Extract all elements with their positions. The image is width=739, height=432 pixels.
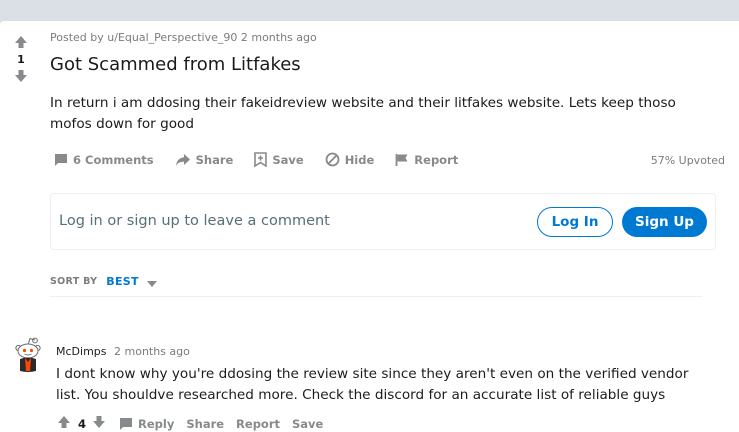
save-button[interactable]: Save [254, 152, 304, 167]
comment-body: I dont know why you're ddosing the revie… [56, 366, 689, 403]
hide-circle-slash-icon [325, 152, 345, 167]
upvote-arrow-icon[interactable] [13, 34, 29, 50]
comment-reply-button[interactable]: Reply [119, 417, 174, 431]
comment-reply-label: Reply [138, 416, 175, 431]
share-label: Share [195, 152, 234, 167]
upvote-ratio: 57% Upvoted [650, 154, 725, 167]
comment-bubble-icon [54, 153, 73, 167]
vote-column: 1 [9, 34, 33, 84]
post-meta: Posted by u/Equal_Perspective_90 2 month… [50, 31, 317, 44]
hide-button[interactable]: Hide [325, 152, 375, 167]
bookmark-plus-icon [254, 152, 272, 167]
comment-report-button[interactable]: Report [236, 417, 280, 431]
sort-by-label: SORT BY [50, 276, 98, 287]
post-body: In return i am ddosing their fakeidrevie… [50, 95, 676, 132]
comment-meta: McDimps 2 months ago [56, 345, 190, 358]
sort-control[interactable]: SORT BY BEST [50, 272, 157, 291]
comment-author[interactable]: McDimps [56, 345, 107, 358]
comment-bubble-icon [119, 417, 138, 431]
comment-time[interactable]: 2 months ago [114, 345, 190, 358]
comment-share-button[interactable]: Share [186, 417, 224, 431]
share-arrow-icon [175, 153, 196, 167]
comment-login-prompt-box: Log in or sign up to leave a comment Log… [50, 193, 716, 250]
share-button[interactable]: Share [175, 152, 234, 167]
report-label: Report [414, 152, 459, 167]
hide-label: Hide [344, 152, 375, 167]
post-title: Got Scammed from Litfakes [50, 54, 301, 75]
save-label: Save [272, 152, 304, 167]
login-button[interactable]: Log In [537, 207, 613, 237]
posted-by-label: Posted by [50, 31, 104, 44]
comment-upvote-arrow-icon[interactable] [56, 414, 72, 432]
comments-label: 6 Comments [73, 152, 154, 167]
post-card: 1 Posted by u/Equal_Perspective_90 2 mon… [0, 21, 739, 432]
sort-divider [50, 296, 702, 297]
downvote-arrow-icon[interactable] [13, 68, 29, 84]
comment-prompt-text: Log in or sign up to leave a comment [59, 213, 330, 229]
post-actions: 6 Comments Share Save Hide Report [54, 152, 479, 167]
post-author[interactable]: u/Equal_Perspective_90 [107, 31, 237, 44]
flag-icon [395, 153, 414, 167]
signup-button[interactable]: Sign Up [622, 207, 707, 237]
chevron-down-icon[interactable] [146, 272, 157, 291]
report-button[interactable]: Report [395, 153, 458, 167]
comment-downvote-arrow-icon[interactable] [91, 414, 107, 432]
comments-button[interactable]: 6 Comments [54, 153, 154, 167]
sort-value[interactable]: BEST [106, 275, 139, 288]
post-score: 1 [17, 53, 25, 66]
comment-score: 4 [78, 416, 87, 431]
post-time[interactable]: 2 months ago [241, 31, 317, 44]
snoo-avatar-icon[interactable] [14, 336, 42, 374]
comment-save-button[interactable]: Save [292, 417, 323, 431]
comment-actions: 4 Reply Share Report Save [56, 414, 323, 432]
